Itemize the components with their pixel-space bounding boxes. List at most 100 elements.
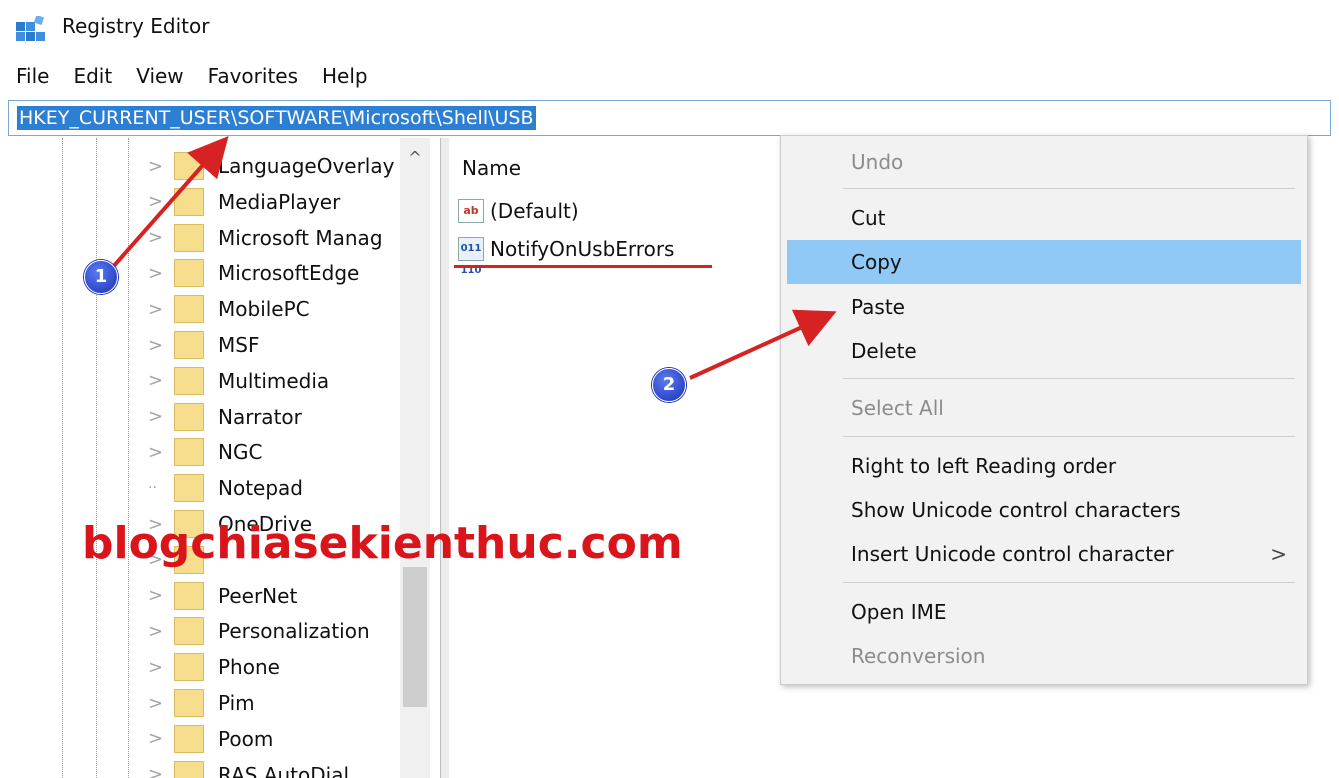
- tree-item[interactable]: > NGC: [148, 434, 262, 470]
- column-header-name[interactable]: Name: [462, 156, 521, 180]
- value-name: (Default): [490, 199, 579, 223]
- menu-favorites[interactable]: Favorites: [192, 60, 306, 96]
- menu-bar: File Edit View Favorites Help: [0, 60, 376, 96]
- folder-icon: [174, 366, 204, 395]
- menu-edit[interactable]: Edit: [57, 60, 120, 96]
- tree-leaf-connector: ··: [148, 480, 157, 497]
- step-badge-1: 1: [84, 260, 118, 294]
- menu-item-copy[interactable]: Copy: [787, 240, 1301, 284]
- value-row-default[interactable]: ab (Default): [458, 196, 579, 226]
- scroll-up-icon[interactable]: ^: [400, 148, 430, 167]
- expand-chevron-icon[interactable]: >: [148, 442, 168, 463]
- folder-icon: [174, 689, 204, 717]
- menu-item-insert-unicode[interactable]: Insert Unicode control character >: [787, 532, 1301, 576]
- folder-icon: [174, 402, 204, 431]
- tree-item[interactable]: > Personalization: [148, 613, 370, 649]
- expand-chevron-icon[interactable]: >: [148, 657, 168, 678]
- string-value-icon: ab: [458, 199, 484, 223]
- menu-view[interactable]: View: [120, 60, 191, 96]
- menu-separator: [843, 188, 1295, 189]
- tree-item[interactable]: > MobilePC: [148, 291, 310, 327]
- menu-separator: [843, 378, 1295, 379]
- menu-separator: [843, 436, 1295, 437]
- folder-icon: [174, 152, 204, 180]
- address-path[interactable]: HKEY_CURRENT_USER\SOFTWARE\Microsoft\She…: [17, 106, 536, 130]
- key-tree: > LanguageOverlay > MediaPlayer > Microsoft M…: [0, 138, 440, 778]
- tree-item-label: Pim: [218, 691, 255, 715]
- menu-item-open-ime[interactable]: Open IME: [787, 590, 1301, 634]
- context-menu: Undo Cut Copy Paste Delete Select All Ri…: [780, 135, 1308, 685]
- address-bar[interactable]: HKEY_CURRENT_USER\SOFTWARE\Microsoft\She…: [8, 100, 1331, 136]
- folder-icon: [174, 760, 204, 778]
- tree-guide-line: [62, 138, 63, 778]
- expand-chevron-icon[interactable]: >: [148, 585, 168, 606]
- expand-chevron-icon[interactable]: >: [148, 156, 168, 177]
- menu-item-label: Copy: [851, 250, 902, 274]
- tree-item-label: MediaPlayer: [218, 189, 341, 214]
- expand-chevron-icon[interactable]: >: [148, 728, 168, 749]
- registry-editor-icon: [16, 16, 45, 41]
- tree-item-label: Poom: [218, 726, 274, 751]
- folder-icon: [174, 331, 204, 359]
- expand-chevron-icon[interactable]: >: [148, 299, 168, 320]
- menu-item-right-to-left[interactable]: Right to left Reading order: [787, 444, 1301, 488]
- menu-item-label: Paste: [851, 295, 905, 319]
- tree-item-label: RAS AutoDial: [218, 762, 350, 778]
- menu-item-label: Show Unicode control characters: [851, 498, 1181, 522]
- folder-icon: [174, 187, 204, 216]
- expand-chevron-icon[interactable]: >: [148, 406, 168, 427]
- expand-chevron-icon[interactable]: >: [148, 370, 168, 391]
- folder-icon: [174, 295, 204, 324]
- expand-chevron-icon[interactable]: >: [148, 693, 168, 714]
- tree-item[interactable]: ·· Notepad: [148, 470, 303, 506]
- tree-item-label: Phone: [218, 655, 280, 680]
- menu-item-show-unicode[interactable]: Show Unicode control characters: [787, 488, 1301, 532]
- menu-item-label: Insert Unicode control character: [851, 542, 1174, 566]
- tree-guide-line: [128, 138, 129, 778]
- value-row-notifyonusberrors[interactable]: 011 110 NotifyOnUsbErrors: [458, 234, 674, 276]
- tree-item[interactable]: > MicrosoftEdge: [148, 255, 359, 291]
- tree-item[interactable]: > RAS AutoDial: [148, 757, 349, 778]
- tree-item[interactable]: > LanguageOverlay: [148, 148, 394, 184]
- expand-chevron-icon[interactable]: >: [148, 263, 168, 284]
- binary-value-icon: 011 110: [458, 237, 484, 276]
- tree-item[interactable]: > Phone: [148, 649, 280, 685]
- expand-chevron-icon[interactable]: >: [148, 191, 168, 212]
- menu-item-label: Reconversion: [851, 644, 986, 668]
- folder-icon: [174, 617, 204, 646]
- menu-item-label: Undo: [851, 150, 904, 174]
- tree-item-label: MSF: [218, 333, 260, 357]
- menu-item-delete[interactable]: Delete: [787, 329, 1301, 373]
- expand-chevron-icon[interactable]: >: [148, 227, 168, 248]
- menu-item-reconversion[interactable]: Reconversion: [787, 634, 1301, 678]
- menu-item-select-all[interactable]: Select All: [787, 386, 1301, 430]
- menu-item-label: Select All: [851, 396, 944, 420]
- tree-item[interactable]: > MSF: [148, 327, 259, 363]
- menu-help[interactable]: Help: [306, 60, 376, 96]
- menu-item-undo[interactable]: Undo: [787, 140, 1301, 184]
- menu-file[interactable]: File: [0, 60, 57, 96]
- tree-item[interactable]: > MediaPlayer: [148, 184, 340, 220]
- tree-item[interactable]: > PeerNet: [148, 578, 297, 614]
- folder-icon: [174, 223, 204, 252]
- step-badge-2: 2: [652, 368, 686, 402]
- tree-item[interactable]: > Microsoft Manag: [148, 220, 383, 256]
- watermark: blogchiasekienthuc.com: [82, 518, 683, 569]
- tree-item-label: Notepad: [218, 476, 303, 501]
- tree-item[interactable]: > Pim: [148, 685, 255, 721]
- expand-chevron-icon[interactable]: >: [148, 764, 168, 778]
- tree-item[interactable]: > Narrator: [148, 399, 302, 435]
- folder-icon: [174, 438, 204, 467]
- expand-chevron-icon[interactable]: >: [148, 335, 168, 356]
- menu-item-cut[interactable]: Cut: [787, 196, 1301, 240]
- tree-scroll-thumb[interactable]: [403, 567, 427, 707]
- menu-item-label: Delete: [851, 339, 917, 363]
- menu-item-label: Cut: [851, 206, 886, 230]
- expand-chevron-icon[interactable]: >: [148, 621, 168, 642]
- tree-item-label: Microsoft Manag: [218, 225, 383, 250]
- menu-item-paste[interactable]: Paste: [787, 285, 1301, 329]
- folder-icon: [174, 581, 204, 610]
- tree-item[interactable]: > Poom: [148, 721, 273, 757]
- menu-item-label: Open IME: [851, 600, 947, 624]
- tree-item[interactable]: > Multimedia: [148, 363, 329, 399]
